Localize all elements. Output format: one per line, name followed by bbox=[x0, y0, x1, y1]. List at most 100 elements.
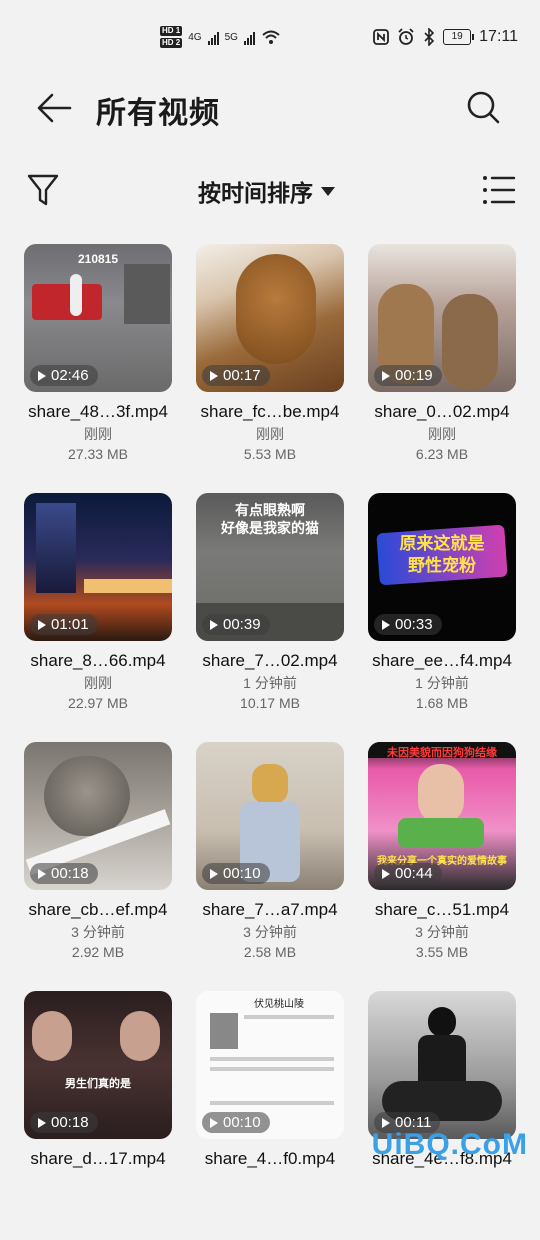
video-name: share_48…3f.mp4 bbox=[28, 402, 168, 421]
video-name: share_0…02.mp4 bbox=[374, 402, 510, 421]
duration-label: 01:01 bbox=[51, 616, 89, 633]
duration-label: 02:46 bbox=[51, 367, 89, 384]
duration-label: 00:33 bbox=[395, 616, 433, 633]
video-thumbnail[interactable]: 00:10 bbox=[196, 742, 344, 890]
duration-badge: 00:44 bbox=[374, 863, 442, 884]
duration-badge: 00:19 bbox=[374, 365, 442, 386]
battery-icon: 19 bbox=[443, 29, 475, 45]
video-thumbnail[interactable]: 00:11 bbox=[368, 991, 516, 1139]
duration-badge: 00:10 bbox=[202, 1112, 270, 1133]
video-item[interactable]: 伏见桃山陵 00:10 share_4…f0.mp4 bbox=[196, 991, 344, 1240]
dropdown-arrow-icon bbox=[321, 186, 335, 196]
play-icon bbox=[210, 619, 218, 630]
video-time: 刚刚 bbox=[256, 426, 284, 442]
hd2-badge: HD 2 bbox=[160, 38, 183, 48]
video-item[interactable]: 00:17 share_fc…be.mp4 刚刚 5.53 MB bbox=[196, 244, 344, 493]
duration-label: 00:18 bbox=[51, 1114, 89, 1131]
video-name: share_7…02.mp4 bbox=[202, 651, 338, 670]
video-item[interactable]: 00:11 share_4e…f8.mp4 bbox=[368, 991, 516, 1240]
duration-label: 00:10 bbox=[223, 865, 261, 882]
filter-icon[interactable] bbox=[26, 172, 60, 208]
video-thumbnail[interactable]: 00:18 bbox=[24, 742, 172, 890]
video-size: 2.58 MB bbox=[243, 944, 297, 960]
video-size: 3.55 MB bbox=[415, 944, 469, 960]
video-item[interactable]: 00:10 share_7…a7.mp4 3 分钟前 2.58 MB bbox=[196, 742, 344, 991]
play-icon bbox=[382, 619, 390, 630]
video-thumbnail[interactable]: 有点眼熟啊 好像是我家的猫 00:39 bbox=[196, 493, 344, 641]
video-name: share_cb…ef.mp4 bbox=[28, 900, 168, 919]
network-indicators: HD 1 HD 2 4G 5G bbox=[160, 26, 281, 48]
video-time: 刚刚 bbox=[428, 426, 456, 442]
duration-badge: 00:39 bbox=[202, 614, 270, 635]
thumbnail-caption: 210815 bbox=[77, 252, 119, 266]
video-thumbnail[interactable]: 01:01 bbox=[24, 493, 172, 641]
thumbnail-caption: 原来这就是 野性宠粉 bbox=[399, 534, 485, 575]
video-size: 2.92 MB bbox=[71, 944, 125, 960]
video-item[interactable]: 00:19 share_0…02.mp4 刚刚 6.23 MB bbox=[368, 244, 516, 493]
list-view-icon[interactable] bbox=[482, 174, 516, 206]
video-time: 刚刚 bbox=[84, 426, 112, 442]
video-time: 1 分钟前 bbox=[415, 675, 469, 691]
play-icon bbox=[210, 1117, 218, 1128]
network-4g-label: 4G bbox=[188, 31, 202, 43]
video-thumbnail[interactable]: 男生们真的是 00:18 bbox=[24, 991, 172, 1139]
play-icon bbox=[38, 1117, 46, 1128]
thumbnail-caption: 有点眼熟啊 好像是我家的猫 bbox=[221, 502, 319, 536]
duration-label: 00:39 bbox=[223, 616, 261, 633]
nfc-icon bbox=[373, 29, 390, 45]
play-icon bbox=[382, 1117, 390, 1128]
video-thumbnail[interactable]: 00:17 bbox=[196, 244, 344, 392]
system-indicators: 19 17:11 bbox=[373, 28, 518, 46]
video-thumbnail[interactable]: 210815 02:46 bbox=[24, 244, 172, 392]
video-thumbnail[interactable]: 未因美貌而因狗狗结缘 我来分享一个真实的爱情故事 00:44 bbox=[368, 742, 516, 890]
video-name: share_d…17.mp4 bbox=[30, 1149, 166, 1168]
video-size: 5.53 MB bbox=[243, 446, 297, 462]
page-title: 所有视频 bbox=[96, 97, 220, 130]
video-size: 10.17 MB bbox=[240, 695, 300, 711]
video-item[interactable]: 男生们真的是 00:18 share_d…17.mp4 bbox=[24, 991, 172, 1240]
video-item[interactable]: 01:01 share_8…66.mp4 刚刚 22.97 MB bbox=[24, 493, 172, 742]
duration-label: 00:18 bbox=[51, 865, 89, 882]
video-thumbnail[interactable]: 00:19 bbox=[368, 244, 516, 392]
hd1-badge: HD 1 bbox=[160, 26, 183, 36]
duration-label: 00:10 bbox=[223, 1114, 261, 1131]
duration-label: 00:17 bbox=[223, 367, 261, 384]
video-name: share_c…51.mp4 bbox=[374, 900, 510, 919]
duration-badge: 00:33 bbox=[374, 614, 442, 635]
duration-badge: 01:01 bbox=[30, 614, 98, 635]
video-thumbnail[interactable]: 原来这就是 野性宠粉 00:33 bbox=[368, 493, 516, 641]
video-item[interactable]: 210815 02:46 share_48…3f.mp4 刚刚 27.33 MB bbox=[24, 244, 172, 493]
network-5g-label: 5G bbox=[224, 31, 238, 43]
video-size: 6.23 MB bbox=[415, 446, 469, 462]
play-icon bbox=[38, 868, 46, 879]
video-item[interactable]: 00:18 share_cb…ef.mp4 3 分钟前 2.92 MB bbox=[24, 742, 172, 991]
wifi-icon bbox=[262, 30, 280, 44]
play-icon bbox=[382, 868, 390, 879]
toolbar: 按时间排序 bbox=[0, 166, 540, 216]
video-thumbnail[interactable]: 伏见桃山陵 00:10 bbox=[196, 991, 344, 1139]
thumbnail-caption: 未因美貌而因狗狗结缘 bbox=[387, 747, 497, 759]
video-item[interactable]: 未因美貌而因狗狗结缘 我来分享一个真实的爱情故事 00:44 share_c…5… bbox=[368, 742, 516, 991]
back-arrow-icon[interactable] bbox=[34, 88, 74, 128]
video-time: 1 分钟前 bbox=[243, 675, 297, 691]
search-icon[interactable] bbox=[464, 88, 504, 128]
duration-badge: 02:46 bbox=[30, 365, 98, 386]
video-name: share_7…a7.mp4 bbox=[202, 900, 338, 919]
video-item[interactable]: 原来这就是 野性宠粉 00:33 share_ee…f4.mp4 1 分钟前 1… bbox=[368, 493, 516, 742]
video-grid: 210815 02:46 share_48…3f.mp4 刚刚 27.33 MB… bbox=[24, 244, 524, 1240]
bluetooth-icon bbox=[424, 28, 435, 46]
play-icon bbox=[38, 619, 46, 630]
clock: 17:11 bbox=[479, 28, 518, 45]
sort-dropdown[interactable]: 按时间排序 bbox=[198, 174, 335, 208]
duration-label: 00:44 bbox=[395, 865, 433, 882]
video-name: share_ee…f4.mp4 bbox=[372, 651, 512, 670]
thumbnail-caption: 伏见桃山陵 bbox=[254, 999, 304, 1010]
video-time: 刚刚 bbox=[84, 675, 112, 691]
alarm-icon bbox=[398, 28, 414, 45]
video-size: 27.33 MB bbox=[68, 446, 128, 462]
video-item[interactable]: 有点眼熟啊 好像是我家的猫 00:39 share_7…02.mp4 1 分钟前… bbox=[196, 493, 344, 742]
video-time: 3 分钟前 bbox=[243, 924, 297, 940]
video-size: 1.68 MB bbox=[415, 695, 469, 711]
hd-badges: HD 1 HD 2 bbox=[160, 26, 183, 48]
signal-icon-2 bbox=[243, 29, 255, 45]
